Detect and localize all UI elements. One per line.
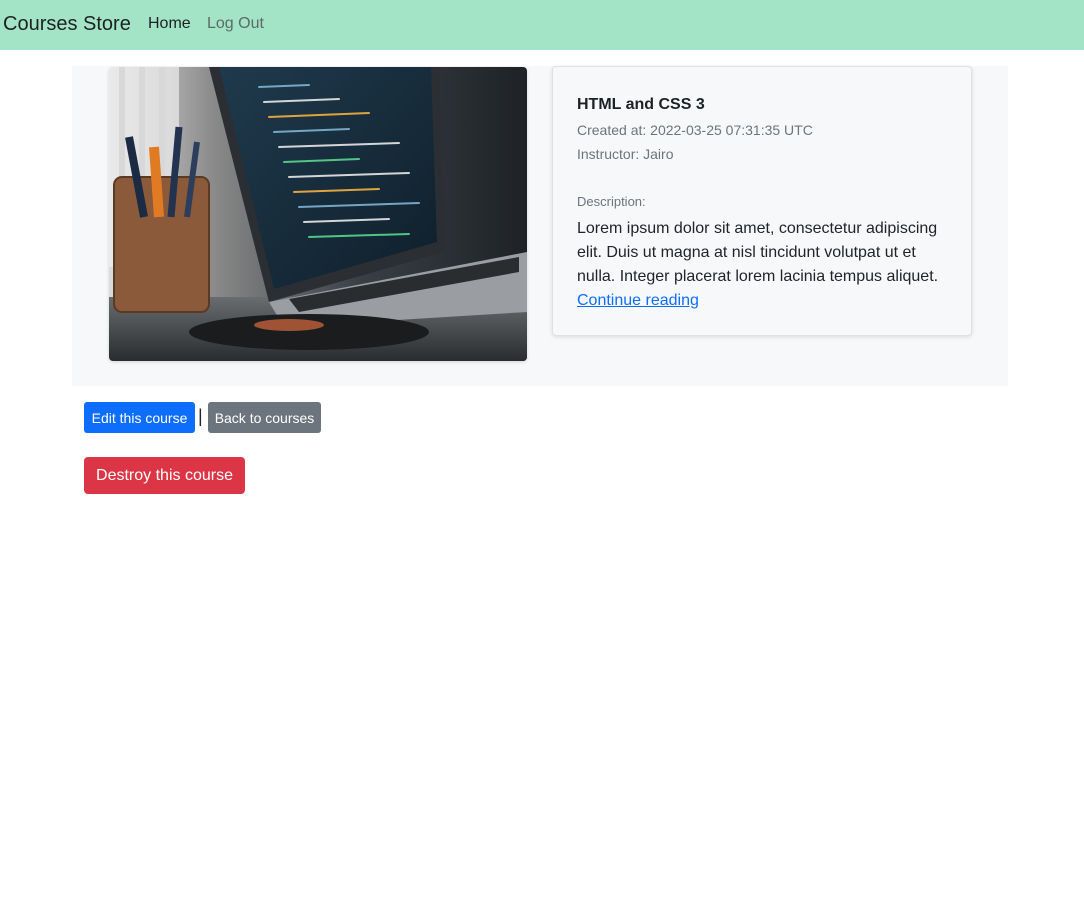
instructor: Instructor: Jairo (577, 146, 674, 162)
course-title: HTML and CSS 3 (577, 96, 705, 113)
course-details-card: HTML and CSS 3 Created at: 2022-03-25 07… (552, 66, 972, 336)
back-to-courses-button[interactable]: Back to courses (208, 402, 321, 433)
description-block: Lorem ipsum dolor sit amet, consectetur … (577, 217, 947, 313)
top-navbar: Courses Store Home Log Out (0, 0, 1084, 50)
edit-course-button[interactable]: Edit this course (84, 402, 195, 433)
separator: | (198, 406, 203, 426)
brand-link[interactable]: Courses Store (3, 12, 131, 36)
nav-logout-link[interactable]: Log Out (207, 14, 264, 34)
description-text: Lorem ipsum dolor sit amet, consectetur … (577, 220, 939, 285)
nav-home-link[interactable]: Home (148, 14, 191, 34)
course-image (109, 67, 527, 361)
created-at: Created at: 2022-03-25 07:31:35 UTC (577, 122, 813, 138)
continue-reading-link[interactable]: Continue reading (577, 292, 699, 309)
description-label: Description: (577, 194, 646, 209)
destroy-course-button[interactable]: Destroy this course (84, 457, 245, 494)
